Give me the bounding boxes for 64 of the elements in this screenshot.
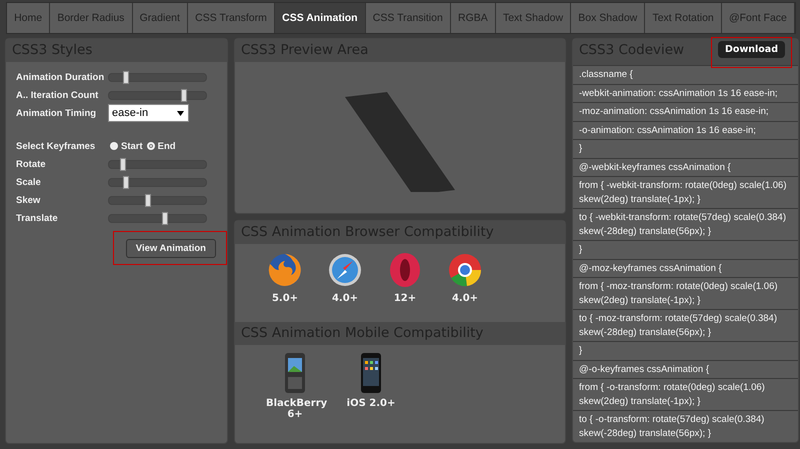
nav-tab[interactable]: Box Shadow [571, 3, 646, 33]
code-line: .classname { [573, 65, 798, 84]
slider-thumb[interactable] [120, 158, 126, 170]
version-label: 4.0+ [450, 293, 480, 304]
radio-label: Start [121, 140, 143, 152]
slider-thumb[interactable] [180, 88, 187, 102]
code-line: to { -webkit-transform: rotate(57deg) scale(0.384) skew(-28deg) translate(56px); } [573, 208, 798, 240]
code-line: to { -o-transform: rotate(57deg) scale(0.384) skew(-28deg) translate(56px); } [573, 410, 798, 442]
code-line: } [573, 341, 798, 360]
browser-logo-icon [387, 252, 423, 288]
version-label: 12+ [392, 293, 418, 304]
code-line: } [573, 139, 798, 158]
browser-logo-icon [327, 252, 363, 288]
slider-thumb[interactable] [144, 194, 151, 206]
timing-select[interactable]: ease-in [108, 104, 189, 122]
nav-tab[interactable]: @Font Face [722, 3, 796, 33]
browser-logo-icon [267, 252, 303, 288]
view-animation-button[interactable]: View Animation [126, 239, 216, 258]
nav-tab[interactable]: Text Shadow [496, 3, 572, 33]
keyframe-radio[interactable] [110, 142, 118, 150]
slider-thumb[interactable] [162, 212, 168, 224]
code-line: @-o-keyframes cssAnimation { [573, 360, 798, 378]
nav-tab[interactable]: RGBA [450, 3, 496, 33]
nav-tab[interactable]: Gradient [132, 3, 188, 33]
code-line: -webkit-animation: cssAnimation 1s 16 ease-in; [573, 84, 798, 102]
nav-tab[interactable]: Text Rotation [645, 3, 722, 33]
nav-tab[interactable]: CSS Transform [188, 3, 276, 33]
keyframe-radio[interactable] [146, 142, 155, 150]
slider-thumb[interactable] [123, 176, 130, 188]
download-button[interactable]: Download [718, 41, 785, 58]
slider-track[interactable] [108, 72, 207, 82]
version-label: iOS 2.0+ [346, 398, 396, 409]
dropdown-caret-icon [177, 110, 184, 116]
nav-tab[interactable]: CSS Transition [366, 3, 451, 33]
control-label: Skew [16, 194, 42, 206]
radio-label: End [158, 140, 176, 152]
slider-thumb[interactable] [123, 70, 130, 84]
code-line: to { -moz-transform: rotate(57deg) scale(0.384) skew(-28deg) translate(56px); } [573, 309, 798, 341]
version-label: 5.0+ [270, 293, 300, 304]
code-line: from { -o-transform: rotate(0deg) scale(1.06) skew(2deg) translate(-1px); } [573, 378, 798, 410]
browser-logo-icon [447, 252, 483, 288]
control-label: Rotate [16, 158, 47, 170]
control-label: Scale [16, 176, 42, 188]
code-line: } [573, 240, 798, 258]
nav-tab[interactable]: Border Radius [50, 3, 133, 33]
code-line: from { -webkit-transform: rotate(0deg) scale(1.06) skew(2deg) translate(-1px); } [573, 176, 798, 208]
code-line: @-webkit-keyframes cssAnimation { [573, 158, 798, 176]
slider-track[interactable] [108, 196, 207, 204]
slider-track[interactable] [108, 90, 207, 100]
control-label: Animation Timing [16, 108, 98, 118]
slider-track[interactable] [108, 160, 207, 168]
slider-track[interactable] [108, 178, 207, 186]
nav-tab[interactable]: CSS Animation [275, 3, 366, 33]
code-line: @-moz-keyframes cssAnimation { [573, 258, 798, 277]
control-label: Animation Duration [16, 72, 106, 82]
control-label: A.. Iteration Count [16, 90, 100, 100]
control-label: Select Keyframes [16, 140, 96, 152]
code-line: from { -moz-transform: rotate(0deg) scale(1.06) skew(2deg) translate(-1px); } [573, 277, 798, 309]
control-label: Translate [16, 212, 59, 224]
code-line: -moz-animation: cssAnimation 1s 16 ease-in; [573, 102, 798, 120]
slider-track[interactable] [108, 214, 207, 222]
nav-tab[interactable]: Home [7, 3, 50, 33]
version-label: 4.0+ [330, 293, 360, 304]
code-line: -o-animation: cssAnimation 1s 16 ease-in; [573, 120, 798, 139]
